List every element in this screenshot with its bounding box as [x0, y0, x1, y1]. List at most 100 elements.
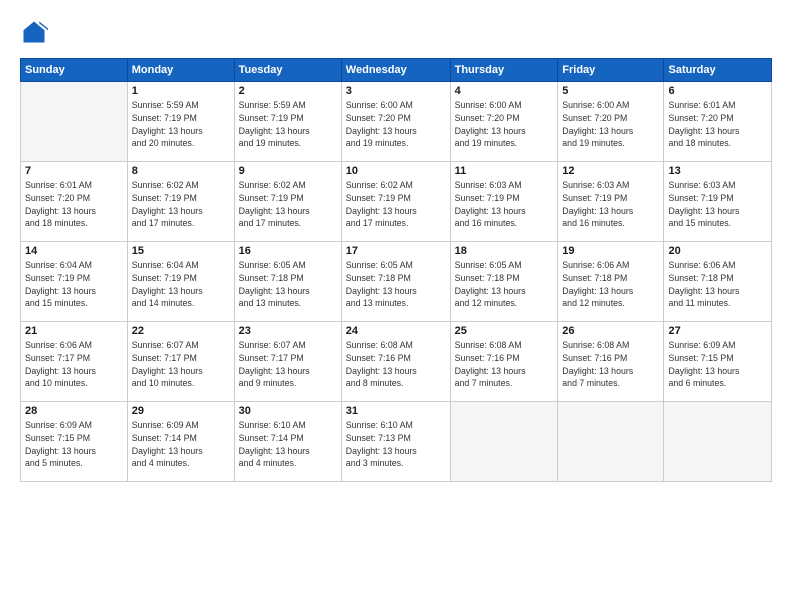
calendar-cell: 7Sunrise: 6:01 AMSunset: 7:20 PMDaylight… — [21, 162, 128, 242]
day-number: 21 — [25, 325, 123, 337]
calendar-cell: 3 Sunrise: 6:00 AMSunset: 7:20 PMDaylight… — [341, 82, 450, 162]
calendar-cell: 15 Sunrise: 6:04 AMSunset: 7:19 PMDayligh… — [127, 242, 234, 322]
calendar-cell — [21, 82, 128, 162]
weekday-header: Monday — [127, 59, 234, 82]
logo — [20, 18, 52, 46]
day-number: 9 — [239, 165, 337, 177]
day-info: Sunrise: 6:06 AMSunset: 7:18 PMDaylight:… — [562, 259, 659, 310]
day-number: 24 — [346, 325, 446, 337]
calendar-cell: 10 Sunrise: 6:02 AMSunset: 7:19 PMDayligh… — [341, 162, 450, 242]
day-number: 18 — [455, 245, 554, 257]
calendar-cell: 8 Sunrise: 6:02 AMSunset: 7:19 PMDaylight… — [127, 162, 234, 242]
calendar-cell: 13 Sunrise: 6:03 AMSunset: 7:19 PMDayligh… — [664, 162, 772, 242]
day-number: 30 — [239, 405, 337, 417]
calendar-cell: 4 Sunrise: 6:00 AMSunset: 7:20 PMDaylight… — [450, 82, 558, 162]
day-number: 22 — [132, 325, 230, 337]
day-number: 28 — [25, 405, 123, 417]
header — [20, 18, 772, 46]
calendar-cell: 18 Sunrise: 6:05 AMSunset: 7:18 PMDayligh… — [450, 242, 558, 322]
day-number: 20 — [668, 245, 767, 257]
day-info: Sunrise: 6:03 AMSunset: 7:19 PMDaylight:… — [562, 179, 659, 230]
day-number: 11 — [455, 165, 554, 177]
page: SundayMondayTuesdayWednesdayThursdayFrid… — [0, 0, 792, 612]
day-number: 23 — [239, 325, 337, 337]
calendar-cell: 27 Sunrise: 6:09 AMSunset: 7:15 PMDayligh… — [664, 322, 772, 402]
day-number: 4 — [455, 85, 554, 97]
weekday-header: Thursday — [450, 59, 558, 82]
day-info: Sunrise: 6:06 AMSunset: 7:18 PMDaylight:… — [668, 259, 767, 310]
calendar-cell: 21 Sunrise: 6:06 AMSunset: 7:17 PMDayligh… — [21, 322, 128, 402]
calendar-cell: 26Sunrise: 6:08 AMSunset: 7:16 PMDayligh… — [558, 322, 664, 402]
calendar-cell: 9 Sunrise: 6:02 AMSunset: 7:19 PMDaylight… — [234, 162, 341, 242]
day-info: Sunrise: 6:00 AMSunset: 7:20 PMDaylight:… — [346, 99, 446, 150]
day-info: Sunrise: 6:02 AMSunset: 7:19 PMDaylight:… — [346, 179, 446, 230]
calendar-cell — [450, 402, 558, 482]
calendar-cell: 11 Sunrise: 6:03 AMSunset: 7:19 PMDayligh… — [450, 162, 558, 242]
day-number: 13 — [668, 165, 767, 177]
day-info: Sunrise: 6:08 AMSunset: 7:16 PMDaylight:… — [455, 339, 554, 390]
calendar-cell: 6Sunrise: 6:01 AMSunset: 7:20 PMDaylight… — [664, 82, 772, 162]
day-info: Sunrise: 6:09 AMSunset: 7:14 PMDaylight:… — [132, 419, 230, 470]
day-info: Sunrise: 6:02 AMSunset: 7:19 PMDaylight:… — [132, 179, 230, 230]
day-number: 27 — [668, 325, 767, 337]
day-number: 25 — [455, 325, 554, 337]
day-number: 29 — [132, 405, 230, 417]
calendar-cell: 29 Sunrise: 6:09 AMSunset: 7:14 PMDayligh… — [127, 402, 234, 482]
calendar-cell: 23 Sunrise: 6:07 AMSunset: 7:17 PMDayligh… — [234, 322, 341, 402]
weekday-header: Saturday — [664, 59, 772, 82]
day-info: Sunrise: 6:09 AMSunset: 7:15 PMDaylight:… — [25, 419, 123, 470]
day-number: 8 — [132, 165, 230, 177]
calendar-week-row: 7Sunrise: 6:01 AMSunset: 7:20 PMDaylight… — [21, 162, 772, 242]
day-info: Sunrise: 6:04 AMSunset: 7:19 PMDaylight:… — [25, 259, 123, 310]
calendar-cell: 31 Sunrise: 6:10 AMSunset: 7:13 PMDayligh… — [341, 402, 450, 482]
day-number: 14 — [25, 245, 123, 257]
day-info: Sunrise: 6:10 AMSunset: 7:14 PMDaylight:… — [239, 419, 337, 470]
day-number: 2 — [239, 85, 337, 97]
calendar-cell: 16Sunrise: 6:05 AMSunset: 7:18 PMDayligh… — [234, 242, 341, 322]
day-number: 10 — [346, 165, 446, 177]
day-info: Sunrise: 6:10 AMSunset: 7:13 PMDaylight:… — [346, 419, 446, 470]
day-info: Sunrise: 6:07 AMSunset: 7:17 PMDaylight:… — [239, 339, 337, 390]
day-info: Sunrise: 5:59 AMSunset: 7:19 PMDaylight:… — [132, 99, 230, 150]
day-number: 17 — [346, 245, 446, 257]
day-number: 15 — [132, 245, 230, 257]
calendar-cell — [558, 402, 664, 482]
weekday-header: Tuesday — [234, 59, 341, 82]
calendar-cell: 19Sunrise: 6:06 AMSunset: 7:18 PMDayligh… — [558, 242, 664, 322]
day-info: Sunrise: 6:08 AMSunset: 7:16 PMDaylight:… — [346, 339, 446, 390]
day-info: Sunrise: 6:00 AMSunset: 7:20 PMDaylight:… — [455, 99, 554, 150]
calendar-table: SundayMondayTuesdayWednesdayThursdayFrid… — [20, 58, 772, 482]
day-info: Sunrise: 6:05 AMSunset: 7:18 PMDaylight:… — [239, 259, 337, 310]
day-info: Sunrise: 6:03 AMSunset: 7:19 PMDaylight:… — [455, 179, 554, 230]
day-number: 3 — [346, 85, 446, 97]
day-info: Sunrise: 6:03 AMSunset: 7:19 PMDaylight:… — [668, 179, 767, 230]
day-info: Sunrise: 6:05 AMSunset: 7:18 PMDaylight:… — [346, 259, 446, 310]
day-info: Sunrise: 6:02 AMSunset: 7:19 PMDaylight:… — [239, 179, 337, 230]
day-number: 12 — [562, 165, 659, 177]
calendar-week-row: 14 Sunrise: 6:04 AMSunset: 7:19 PMDayligh… — [21, 242, 772, 322]
calendar-week-row: 28 Sunrise: 6:09 AMSunset: 7:15 PMDayligh… — [21, 402, 772, 482]
day-info: Sunrise: 6:01 AMSunset: 7:20 PMDaylight:… — [668, 99, 767, 150]
day-info: Sunrise: 5:59 AMSunset: 7:19 PMDaylight:… — [239, 99, 337, 150]
day-info: Sunrise: 6:09 AMSunset: 7:15 PMDaylight:… — [668, 339, 767, 390]
day-number: 31 — [346, 405, 446, 417]
calendar-cell: 17 Sunrise: 6:05 AMSunset: 7:18 PMDayligh… — [341, 242, 450, 322]
calendar-cell: 1 Sunrise: 5:59 AMSunset: 7:19 PMDaylight… — [127, 82, 234, 162]
calendar-cell: 28 Sunrise: 6:09 AMSunset: 7:15 PMDayligh… — [21, 402, 128, 482]
day-number: 7 — [25, 165, 123, 177]
calendar-cell: 30 Sunrise: 6:10 AMSunset: 7:14 PMDayligh… — [234, 402, 341, 482]
day-info: Sunrise: 6:07 AMSunset: 7:17 PMDaylight:… — [132, 339, 230, 390]
day-info: Sunrise: 6:04 AMSunset: 7:19 PMDaylight:… — [132, 259, 230, 310]
day-number: 1 — [132, 85, 230, 97]
day-info: Sunrise: 6:00 AMSunset: 7:20 PMDaylight:… — [562, 99, 659, 150]
day-info: Sunrise: 6:06 AMSunset: 7:17 PMDaylight:… — [25, 339, 123, 390]
weekday-header: Sunday — [21, 59, 128, 82]
logo-icon — [20, 18, 48, 46]
weekday-header: Friday — [558, 59, 664, 82]
calendar-header-row: SundayMondayTuesdayWednesdayThursdayFrid… — [21, 59, 772, 82]
calendar-cell: 24 Sunrise: 6:08 AMSunset: 7:16 PMDayligh… — [341, 322, 450, 402]
calendar-cell: 12 Sunrise: 6:03 AMSunset: 7:19 PMDayligh… — [558, 162, 664, 242]
day-info: Sunrise: 6:05 AMSunset: 7:18 PMDaylight:… — [455, 259, 554, 310]
calendar-week-row: 1 Sunrise: 5:59 AMSunset: 7:19 PMDaylight… — [21, 82, 772, 162]
weekday-header: Wednesday — [341, 59, 450, 82]
